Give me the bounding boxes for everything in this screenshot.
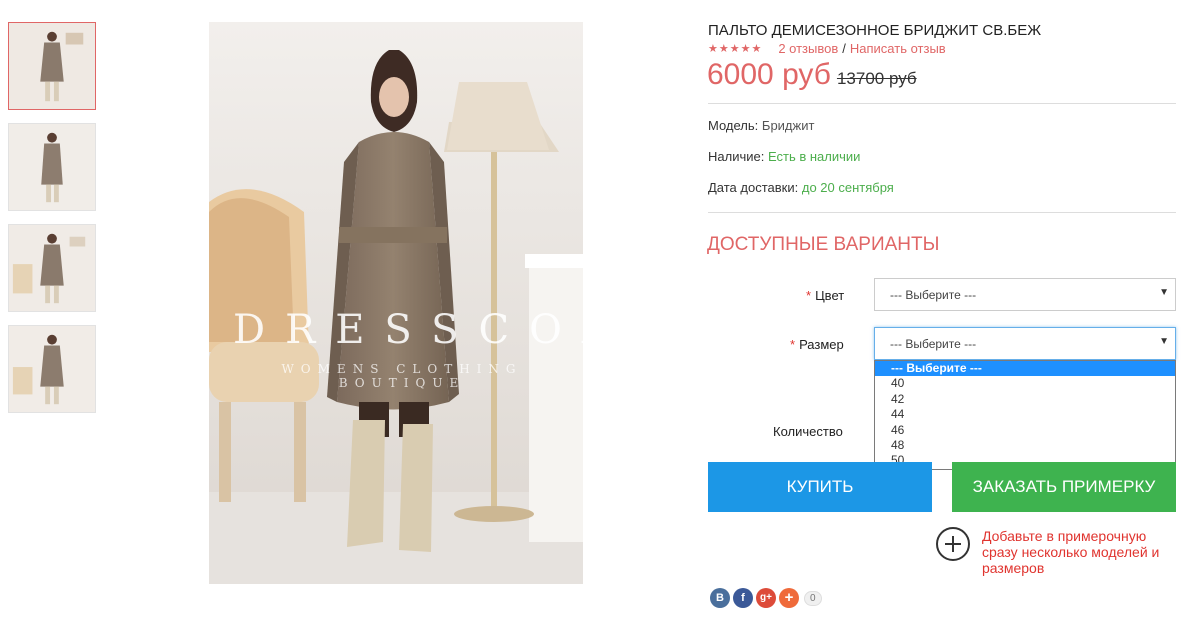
size-select-value: --- Выберите --- <box>890 337 977 351</box>
chevron-down-icon: ▼ <box>1159 287 1169 298</box>
thumbnail-4[interactable] <box>8 325 96 413</box>
coat-photo-thumb <box>9 326 95 412</box>
facebook-icon[interactable]: f <box>733 588 753 608</box>
size-select[interactable]: --- Выберите --- ▼ <box>874 327 1176 360</box>
size-option[interactable]: 44 <box>875 407 1175 422</box>
coat-photo <box>209 22 583 584</box>
availability-label: Наличие: <box>708 149 765 164</box>
old-price: 13700 руб <box>836 69 917 88</box>
size-option[interactable]: 48 <box>875 438 1175 453</box>
rating-row: ★★★★★ 2 отзывов / Написать отзыв <box>708 41 946 56</box>
vk-icon[interactable]: В <box>710 588 730 608</box>
link-separator: / <box>842 41 846 56</box>
size-label: * Размер <box>790 337 844 352</box>
chevron-down-icon: ▼ <box>1159 336 1169 347</box>
divider <box>708 212 1176 213</box>
reviews-link[interactable]: 2 отзывов <box>778 41 838 56</box>
size-dropdown-list[interactable]: --- Выберите --- 40 42 44 46 48 50 <box>874 360 1176 470</box>
current-price: 6000 руб <box>707 58 831 91</box>
options-heading: ДОСТУПНЫЕ ВАРИАНТЫ <box>707 234 940 255</box>
required-mark: * <box>790 337 796 352</box>
write-review-link[interactable]: Написать отзыв <box>850 41 946 56</box>
coat-photo-thumb <box>9 225 95 311</box>
availability-value: Есть в наличии <box>767 149 861 164</box>
size-label-text: Размер <box>799 337 844 352</box>
share-count: 0 <box>804 590 822 606</box>
divider <box>708 103 1176 104</box>
size-option[interactable]: 42 <box>875 392 1175 407</box>
delivery-info: Дата доставки: до 20 сентября <box>708 180 894 195</box>
coat-photo-thumb <box>9 124 95 210</box>
size-option[interactable]: 46 <box>875 423 1175 438</box>
add-to-fitting-icon[interactable] <box>936 527 970 561</box>
coat-photo-thumb <box>9 23 95 109</box>
social-share: В f g+ + 0 <box>710 588 822 608</box>
watermark-brand: DRESSCOAT <box>233 307 583 353</box>
price-row: 6000 руб 13700 руб <box>707 58 917 92</box>
thumbnail-2[interactable] <box>8 123 96 211</box>
delivery-value: до 20 сентября <box>801 180 894 195</box>
buy-button[interactable]: КУПИТЬ <box>708 462 932 512</box>
main-product-image[interactable]: DRESSCOAT WOMENS CLOTHING BOUTIQUE <box>209 22 583 584</box>
quantity-label: Количество <box>773 424 843 439</box>
model-value: Бриджит <box>761 118 815 133</box>
color-label-text: Цвет <box>815 288 845 303</box>
color-label: * Цвет <box>806 288 844 303</box>
order-fitting-button[interactable]: ЗАКАЗАТЬ ПРИМЕРКУ <box>952 462 1176 512</box>
fitting-hint-text: Добавьте в примерочную сразу несколько м… <box>982 528 1160 576</box>
delivery-label: Дата доставки: <box>708 180 799 195</box>
watermark-tagline: WOMENS CLOTHING BOUTIQUE <box>281 362 523 390</box>
product-title: ПАЛЬТО ДЕМИСЕЗОННОЕ БРИДЖИТ СВ.БЕЖ <box>708 22 1042 39</box>
size-option[interactable]: 40 <box>875 376 1175 391</box>
availability-info: Наличие: Есть в наличии <box>708 149 860 164</box>
color-select[interactable]: --- Выберите --- ▼ <box>874 278 1176 311</box>
share-more-icon[interactable]: + <box>779 588 799 608</box>
model-label: Модель: <box>708 118 759 133</box>
thumbnail-1[interactable] <box>8 22 96 110</box>
size-option[interactable]: --- Выберите --- <box>875 361 1175 377</box>
rating-stars-icon: ★★★★★ <box>708 43 763 55</box>
google-plus-icon[interactable]: g+ <box>756 588 776 608</box>
thumbnail-3[interactable] <box>8 224 96 312</box>
color-select-value: --- Выберите --- <box>890 288 977 302</box>
model-info: Модель: Бриджит <box>708 118 814 133</box>
required-mark: * <box>806 288 812 303</box>
